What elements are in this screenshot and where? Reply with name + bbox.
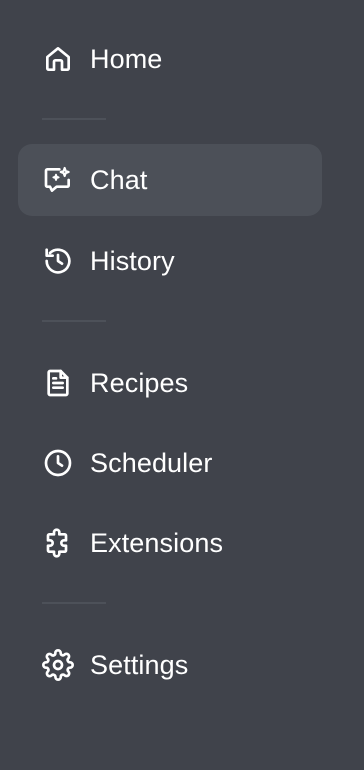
home-icon xyxy=(42,43,74,75)
sidebar-item-label: Extensions xyxy=(90,527,224,558)
clock-icon xyxy=(42,447,74,479)
divider xyxy=(42,602,106,604)
sidebar-item-scheduler[interactable]: Scheduler xyxy=(18,427,322,499)
sidebar-item-history[interactable]: History xyxy=(18,225,322,297)
puzzle-icon xyxy=(42,527,74,559)
sidebar-item-label: Recipes xyxy=(90,367,189,398)
divider xyxy=(42,320,106,322)
document-icon xyxy=(42,367,74,399)
sidebar-item-label: Settings xyxy=(90,649,189,680)
sidebar-item-chat[interactable]: Chat xyxy=(18,144,322,216)
sidebar-nav: Home Chat History Recipes Scheduler Exte… xyxy=(0,0,364,770)
chat-sparkle-icon xyxy=(42,164,74,196)
divider xyxy=(42,118,106,120)
sidebar-item-label: Scheduler xyxy=(90,447,213,478)
sidebar-item-home[interactable]: Home xyxy=(18,23,322,95)
history-icon xyxy=(42,245,74,277)
sidebar-item-extensions[interactable]: Extensions xyxy=(18,507,322,579)
sidebar-item-settings[interactable]: Settings xyxy=(18,629,322,701)
sidebar-item-label: Home xyxy=(90,43,163,74)
sidebar-item-recipes[interactable]: Recipes xyxy=(18,347,322,419)
sidebar-item-label: History xyxy=(90,245,175,276)
gear-icon xyxy=(42,649,74,681)
sidebar-item-label: Chat xyxy=(90,164,148,195)
